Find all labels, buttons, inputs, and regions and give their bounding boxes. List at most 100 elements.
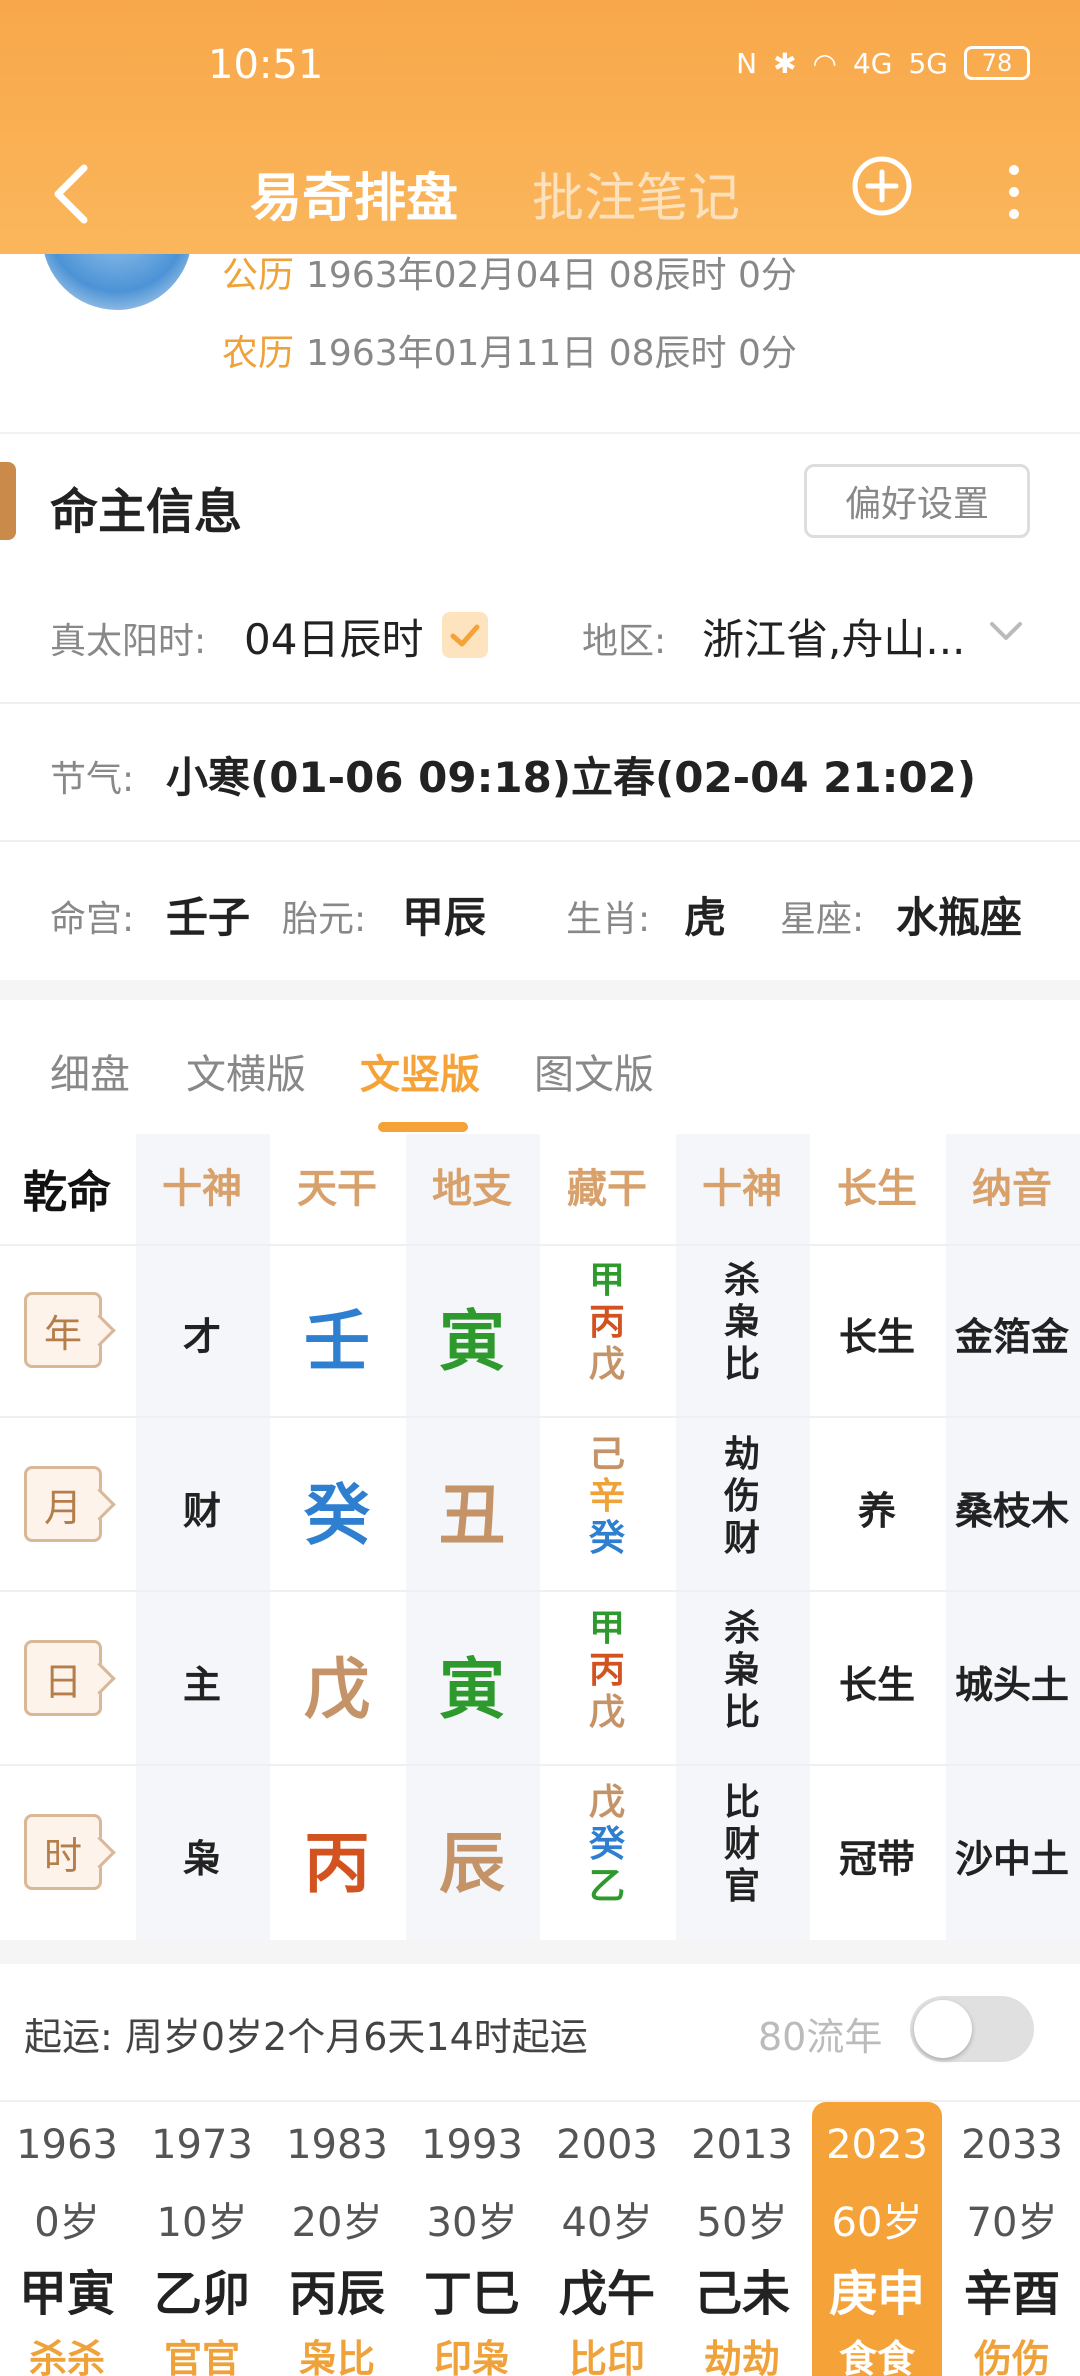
hidden-god: 伤 <box>723 1476 760 1517</box>
liunian-toggle[interactable] <box>910 1996 1034 2062</box>
day-stem: 戊 <box>304 1651 370 1728</box>
hidden-stem: 戊 <box>588 1782 625 1823</box>
day-branch: 寅 <box>439 1651 505 1728</box>
dayun-year: 1973 <box>151 2122 253 2168</box>
hidden-stem: 乙 <box>588 1866 625 1907</box>
pillar-day-tag[interactable]: 日 <box>24 1640 102 1716</box>
dayun-column[interactable]: 1993 30岁 丁巳 印枭 <box>407 2102 537 2376</box>
hidden-stem: 丙 <box>588 1650 625 1691</box>
header-dizhi: 地支 <box>432 1166 512 1212</box>
hidden-stem: 甲 <box>588 1260 625 1301</box>
dayun-age: 30岁 <box>426 2200 518 2246</box>
minggong-label: 命宫: <box>50 899 135 940</box>
chevron-down-icon[interactable] <box>988 616 1024 646</box>
dayun-shishen: 伤伤 <box>973 2337 1050 2376</box>
dayun-year: 1993 <box>421 2122 523 2168</box>
divider <box>0 1244 1080 1246</box>
header-canggan: 藏干 <box>567 1166 647 1212</box>
signal-4g-icon: 4G <box>852 46 893 80</box>
pillar-hour-tag[interactable]: 时 <box>24 1814 102 1890</box>
tab-tuwen[interactable]: 图文版 <box>534 1042 654 1100</box>
hidden-stem: 辛 <box>588 1476 625 1517</box>
header-changsheng: 长生 <box>837 1166 917 1212</box>
pillar-month-tag[interactable]: 月 <box>24 1466 102 1542</box>
divider <box>0 1416 1080 1418</box>
month-hidden-stems: 己 辛 癸 <box>542 1434 672 1560</box>
back-arrow-icon[interactable] <box>44 154 104 234</box>
header-nayin: 纳音 <box>972 1166 1052 1212</box>
divider <box>0 1590 1080 1592</box>
add-circle-icon[interactable] <box>850 154 914 218</box>
section-marker <box>0 462 16 540</box>
day-hidden-gods: 杀 枭 比 <box>677 1608 807 1734</box>
month-stem: 癸 <box>304 1477 370 1554</box>
year-shishen: 才 <box>182 1315 221 1359</box>
pillar-year-tag[interactable]: 年 <box>24 1292 102 1368</box>
hidden-stem: 丙 <box>588 1302 625 1343</box>
dayun-year: 2003 <box>556 2122 658 2168</box>
dayun-shishen: 食食 <box>838 2337 915 2376</box>
lunar-value: 1963年01月11日 08辰时 0分 <box>306 333 797 374</box>
dayun-shishen: 杀杀 <box>28 2337 105 2376</box>
more-vertical-icon[interactable] <box>1004 162 1024 222</box>
hidden-god: 比 <box>723 1692 760 1733</box>
checkbox-icon[interactable] <box>442 612 488 658</box>
dayun-shishen: 劫劫 <box>703 2337 780 2376</box>
dayun-column[interactable]: 2003 40岁 戊午 比印 <box>542 2102 672 2376</box>
tab-notes[interactable]: 批注笔记 <box>532 156 740 231</box>
shengxiao-label: 生肖: <box>566 899 651 940</box>
tab-xipan[interactable]: 细盘 <box>50 1042 130 1100</box>
tab-indicator <box>378 1122 468 1132</box>
dayun-column[interactable]: 2013 50岁 己未 劫劫 <box>677 2102 807 2376</box>
month-branch: 丑 <box>439 1477 505 1554</box>
hidden-god: 比 <box>723 1344 760 1385</box>
gender-header: 乾命 <box>23 1167 111 1218</box>
taiyuan-label: 胎元: <box>282 899 367 940</box>
hour-nayin: 沙中土 <box>954 1837 1069 1881</box>
signal-5g-icon: 5G <box>908 46 948 80</box>
toggle-knob <box>914 2000 972 2058</box>
dayun-column[interactable]: 1963 0岁 甲寅 杀杀 <box>2 2102 132 2376</box>
hidden-stem: 癸 <box>588 1518 625 1559</box>
year-stem: 壬 <box>304 1303 370 1380</box>
year-changsheng: 长生 <box>838 1315 915 1359</box>
dayun-year: 2033 <box>961 2122 1063 2168</box>
dayun-column[interactable]: 2033 70岁 辛酉 伤伤 <box>947 2102 1077 2376</box>
xingzuo-label: 星座: <box>780 899 865 940</box>
dayun-age: 50岁 <box>696 2200 788 2246</box>
divider <box>0 1764 1080 1766</box>
tab-paipan[interactable]: 易奇排盘 <box>250 156 458 231</box>
day-changsheng: 长生 <box>838 1663 915 1707</box>
tab-wenheng[interactable]: 文横版 <box>186 1042 306 1100</box>
wifi-icon: ◠ <box>812 46 837 80</box>
region-select[interactable]: 浙江省,舟山... <box>702 606 965 667</box>
dayun-year: 1963 <box>16 2122 118 2168</box>
minggong-value: 壬子 <box>166 893 251 942</box>
taiyuan-value: 甲辰 <box>402 893 487 942</box>
jieqi-label: 节气: <box>50 759 135 800</box>
month-nayin: 桑枝木 <box>954 1489 1069 1533</box>
hidden-god: 劫 <box>723 1434 760 1475</box>
hidden-god: 枭 <box>723 1302 760 1343</box>
app-header: 10:51 N ✱ ◠ 4G 5G 78 易奇排盘 批注笔记 <box>0 0 1080 254</box>
divider <box>0 702 1080 704</box>
year-branch: 寅 <box>439 1303 505 1380</box>
divider <box>0 840 1080 842</box>
day-shishen: 主 <box>182 1663 221 1707</box>
column-bg <box>136 1134 270 1940</box>
section-gap <box>0 1940 1080 1964</box>
column-bg <box>946 1134 1080 1940</box>
dayun-column-current[interactable]: 2023 60岁 庚申 食食 <box>812 2102 942 2376</box>
hidden-god: 财 <box>723 1824 760 1865</box>
dayun-ganzhi: 丁巳 <box>423 2266 520 2322</box>
region-label: 地区: <box>582 621 667 662</box>
dayun-age: 0岁 <box>34 2200 100 2246</box>
tab-wenshu[interactable]: 文竖版 <box>360 1042 480 1100</box>
dayun-column[interactable]: 1973 10岁 乙卯 官官 <box>137 2102 267 2376</box>
dayun-year: 2013 <box>691 2122 793 2168</box>
section-title: 命主信息 <box>50 484 243 540</box>
hidden-god: 枭 <box>723 1650 760 1691</box>
dayun-column[interactable]: 1983 20岁 丙辰 枭比 <box>272 2102 402 2376</box>
preferences-button[interactable]: 偏好设置 <box>804 464 1030 538</box>
hour-hidden-gods: 比 财 官 <box>677 1782 807 1908</box>
